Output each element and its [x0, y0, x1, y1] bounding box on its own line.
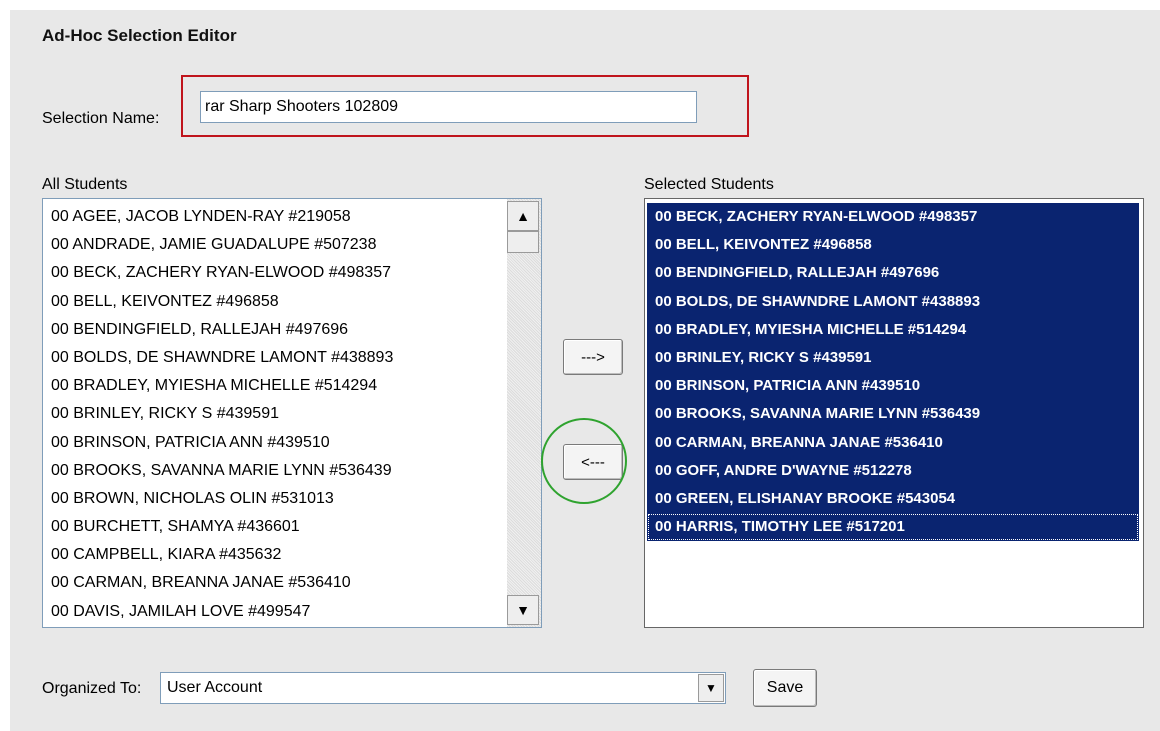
organized-to-select[interactable]: User Account ▼	[160, 672, 726, 704]
organized-to-value: User Account	[167, 679, 263, 696]
list-item[interactable]: 00 DAVIS, JAMILAH LOVE #499547	[43, 598, 503, 626]
all-students-list[interactable]: 00 AGEE, JACOB LYNDEN-RAY #219058 00 AND…	[42, 198, 542, 628]
selection-name-input[interactable]: rar Sharp Shooters 102809	[200, 91, 697, 123]
list-item[interactable]: 00 BECK, ZACHERY RYAN-ELWOOD #498357	[43, 259, 503, 287]
chevron-down-icon: ▼	[705, 681, 717, 695]
add-to-selection-button[interactable]: --->	[563, 339, 623, 375]
list-item[interactable]: 00 GREEN, ELISHANAY BROOKE #543054	[647, 484, 1139, 514]
list-item[interactable]: 00 BRADLEY, MYIESHA MICHELLE #514294	[647, 315, 1139, 344]
list-item[interactable]: 00 BRINSON, PATRICIA ANN #439510	[43, 429, 503, 457]
save-button[interactable]: Save	[753, 669, 817, 707]
selected-students-label: Selected Students	[644, 176, 774, 193]
up-arrow-icon: ▲	[516, 208, 530, 224]
list-item[interactable]: 00 BROWN, NICHOLAS OLIN #531013	[43, 485, 503, 513]
selection-name-label: Selection Name:	[42, 110, 160, 127]
page-title: Ad-Hoc Selection Editor	[42, 26, 237, 45]
remove-from-selection-button[interactable]: <---	[563, 444, 623, 480]
list-item[interactable]: 00 CAMPBELL, KIARA #435632	[43, 541, 503, 569]
list-item[interactable]: 00 BOLDS, DE SHAWNDRE LAMONT #438893	[647, 287, 1139, 316]
list-item[interactable]: 00 AGEE, JACOB LYNDEN-RAY #219058	[43, 203, 503, 231]
list-item[interactable]: 00 BRADLEY, MYIESHA MICHELLE #514294	[43, 372, 503, 400]
list-item[interactable]: 00 BURCHETT, SHAMYA #436601	[43, 513, 503, 541]
organized-to-label: Organized To:	[42, 680, 142, 697]
list-item[interactable]: 00 GOFF, ANDRE D'WAYNE #512278	[647, 456, 1139, 485]
scroll-thumb[interactable]	[507, 231, 539, 253]
list-item[interactable]: 00 BELL, KEIVONTEZ #496858	[647, 231, 1139, 260]
list-item[interactable]: 00 BROOKS, SAVANNA MARIE LYNN #536439	[43, 457, 503, 485]
list-item[interactable]: 00 BROOKS, SAVANNA MARIE LYNN #536439	[647, 400, 1139, 429]
list-item[interactable]: 00 HARRIS, TIMOTHY LEE #517201	[647, 513, 1139, 542]
list-item[interactable]: 00 BRINLEY, RICKY S #439591	[647, 343, 1139, 373]
list-item[interactable]: 00 BECK, ZACHERY RYAN-ELWOOD #498357	[647, 203, 1139, 232]
list-item[interactable]: 00 ANDRADE, JAMIE GUADALUPE #507238	[43, 231, 503, 259]
all-students-label: All Students	[42, 176, 128, 193]
list-item[interactable]: 00 BRINLEY, RICKY S #439591	[43, 400, 503, 428]
selected-students-list[interactable]: 00 BECK, ZACHERY RYAN-ELWOOD #498357 00 …	[644, 198, 1144, 628]
list-item[interactable]: 00 BOLDS, DE SHAWNDRE LAMONT #438893	[43, 344, 503, 372]
all-students-scrollbar[interactable]: ▲ ▼	[507, 199, 541, 627]
list-item[interactable]: 00 BRINSON, PATRICIA ANN #439510	[647, 372, 1139, 401]
list-item[interactable]: 00 BENDINGFIELD, RALLEJAH #497696	[43, 316, 503, 344]
list-item[interactable]: 00 CARMAN, BREANNA JANAE #536410	[43, 569, 503, 597]
down-arrow-icon: ▼	[516, 602, 530, 618]
list-item[interactable]: 00 BELL, KEIVONTEZ #496858	[43, 288, 503, 316]
list-item[interactable]: 00 BENDINGFIELD, RALLEJAH #497696	[647, 259, 1139, 288]
scroll-up-button[interactable]: ▲	[507, 201, 539, 231]
dropdown-arrow-button[interactable]: ▼	[698, 674, 724, 702]
list-item[interactable]: 00 CARMAN, BREANNA JANAE #536410	[647, 428, 1139, 457]
scroll-down-button[interactable]: ▼	[507, 595, 539, 625]
